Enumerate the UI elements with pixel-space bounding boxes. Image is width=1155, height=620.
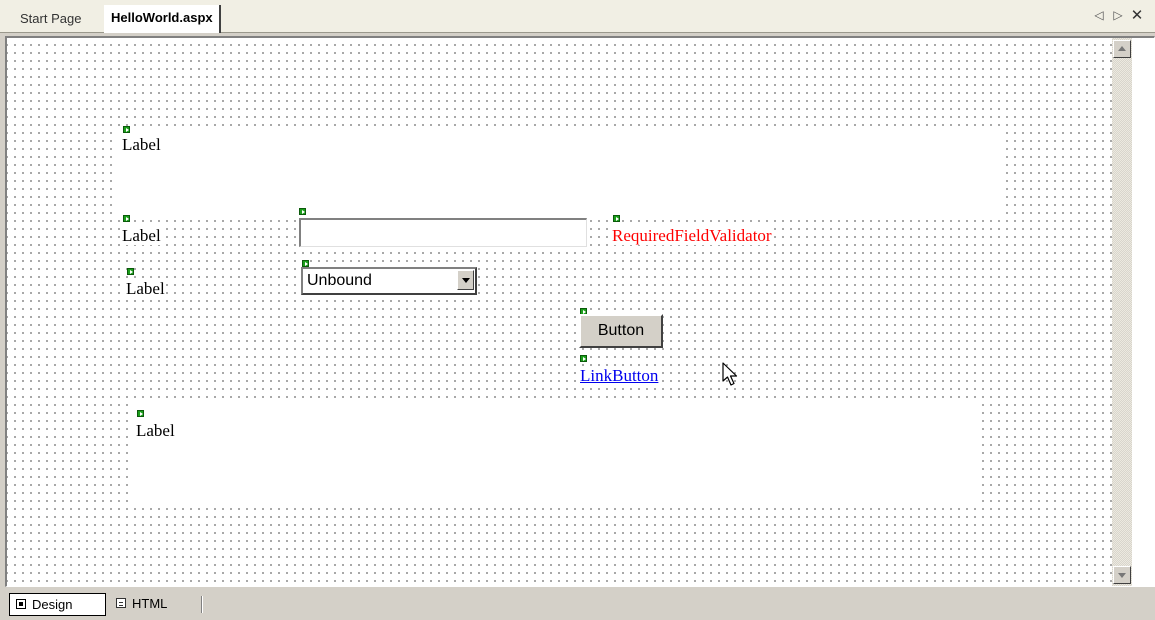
control-glyph-icon xyxy=(123,126,130,133)
tab-helloworld-aspx[interactable]: HelloWorld.aspx xyxy=(104,5,221,33)
required-field-validator[interactable]: RequiredFieldValidator xyxy=(611,227,773,245)
scroll-tabs-right-icon[interactable]: ▷ xyxy=(1111,8,1125,22)
label-control-3[interactable]: Label xyxy=(125,280,166,298)
design-surface-frame: Label Label RequiredFieldValidator Label… xyxy=(5,36,1155,587)
scroll-down-icon[interactable] xyxy=(1113,566,1131,584)
scroll-up-icon[interactable] xyxy=(1113,40,1131,58)
control-glyph-icon xyxy=(137,410,144,417)
scroll-tabs-left-icon[interactable]: ◁ xyxy=(1092,8,1106,22)
flow-panel-bottom[interactable] xyxy=(129,398,977,508)
html-view-icon xyxy=(116,598,126,608)
control-glyph-icon xyxy=(613,215,620,222)
control-glyph-icon xyxy=(123,215,130,222)
close-icon[interactable]: ✕ xyxy=(1130,6,1144,24)
tab-html-label: HTML xyxy=(132,596,168,611)
dropdown-list-control[interactable]: Unbound xyxy=(301,267,477,295)
button-control[interactable]: Button xyxy=(579,314,663,348)
linkbutton-control[interactable]: LinkButton xyxy=(579,367,660,385)
tab-start-page[interactable]: Start Page xyxy=(14,6,87,32)
design-view-icon xyxy=(16,599,26,609)
tab-html-view[interactable]: HTML xyxy=(110,593,190,616)
design-surface-grid[interactable]: Label Label RequiredFieldValidator Label… xyxy=(7,38,1132,586)
chevron-down-icon[interactable] xyxy=(457,270,474,290)
textbox-control[interactable] xyxy=(299,218,587,247)
document-tab-bar: Start Page HelloWorld.aspx ◁ ▷ ✕ xyxy=(0,0,1155,33)
control-glyph-icon xyxy=(580,355,587,362)
label-control-4[interactable]: Label xyxy=(135,422,176,440)
view-tab-bar: Design HTML xyxy=(0,589,1155,620)
flow-panel-top[interactable] xyxy=(115,126,1002,218)
tab-design-view[interactable]: Design xyxy=(9,593,106,616)
tab-design-label: Design xyxy=(32,597,73,612)
view-tab-divider xyxy=(201,596,203,613)
control-glyph-icon xyxy=(302,260,309,267)
control-glyph-icon xyxy=(127,268,134,275)
dropdown-selected-value: Unbound xyxy=(307,272,372,289)
mouse-pointer-icon xyxy=(722,362,738,386)
label-control-2[interactable]: Label xyxy=(121,227,162,245)
control-glyph-icon xyxy=(299,208,306,215)
vertical-scrollbar[interactable] xyxy=(1112,38,1132,586)
label-control-1[interactable]: Label xyxy=(121,136,162,154)
